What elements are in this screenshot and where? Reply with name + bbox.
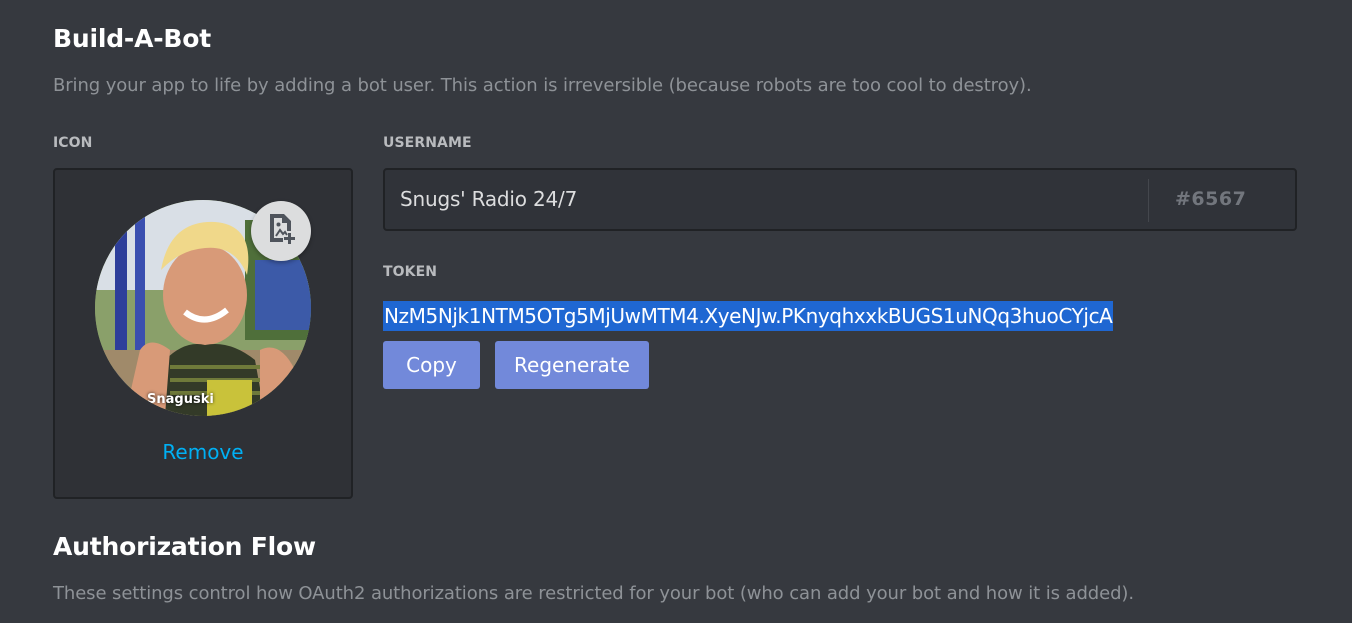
- field-divider: [1148, 179, 1149, 222]
- copy-token-button[interactable]: Copy: [383, 341, 480, 389]
- username-input[interactable]: Snugs' Radio 24/7: [400, 187, 577, 211]
- avatar-caption: Snaguski: [147, 392, 214, 407]
- discriminator: #6567: [1175, 188, 1247, 210]
- icon-upload-box[interactable]: Snaguski Remove: [53, 168, 353, 499]
- build-a-bot-title: Build-A-Bot: [53, 24, 211, 53]
- username-label: USERNAME: [383, 135, 472, 151]
- icon-label: ICON: [53, 135, 93, 151]
- regenerate-token-button[interactable]: Regenerate: [495, 341, 649, 389]
- remove-avatar-link[interactable]: Remove: [55, 440, 351, 464]
- authorization-flow-description: These settings control how OAuth2 author…: [53, 583, 1134, 604]
- bot-settings-page: Build-A-Bot Bring your app to life by ad…: [0, 0, 1352, 623]
- build-a-bot-description: Bring your app to life by adding a bot u…: [53, 75, 1032, 96]
- authorization-flow-title: Authorization Flow: [53, 532, 316, 561]
- token-label: TOKEN: [383, 264, 438, 280]
- username-field[interactable]: Snugs' Radio 24/7 #6567: [383, 168, 1297, 231]
- image-add-icon: [263, 211, 299, 251]
- upload-image-button[interactable]: [251, 201, 311, 261]
- token-value[interactable]: NzM5Njk1NTM5OTg5MjUwMTM4.XyeNJw.PKnyqhxx…: [383, 301, 1114, 331]
